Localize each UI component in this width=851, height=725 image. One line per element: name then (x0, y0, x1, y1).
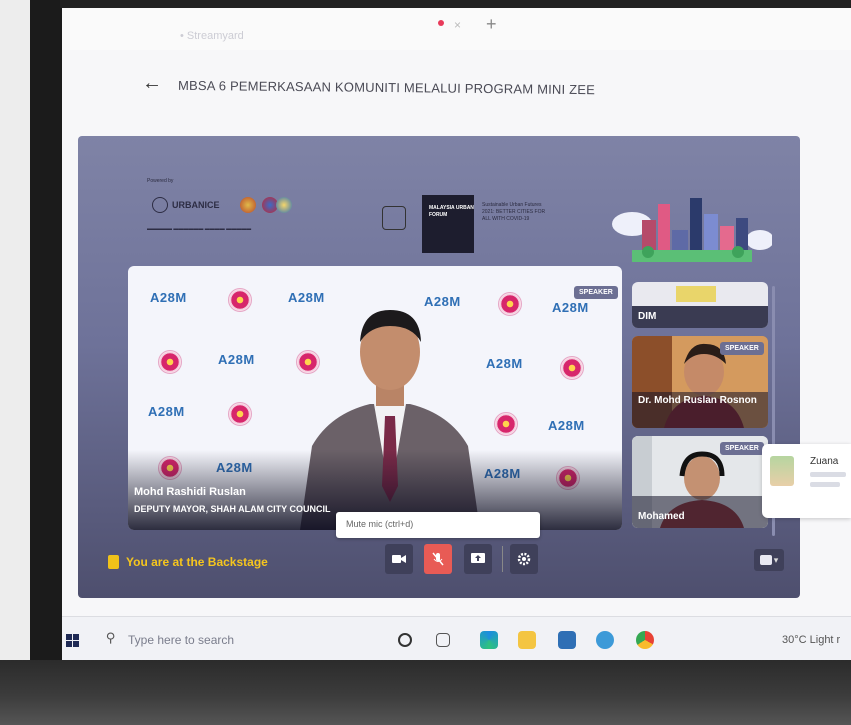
mic-button[interactable] (424, 544, 452, 574)
speaker-badge: SPEAKER (720, 342, 764, 355)
event-banner: Powered by URBANICE ▬▬▬▬▬ ▬▬▬▬▬▬ ▬▬▬▬ ▬▬… (92, 150, 788, 262)
camera-icon (392, 555, 406, 563)
mbsa-logo: A28M (486, 356, 523, 371)
hd-icon (759, 555, 772, 565)
weather-widget[interactable]: 30°C Light r (782, 634, 840, 646)
search-icon: ⚲ (106, 630, 116, 645)
gear-icon (517, 552, 531, 566)
share-screen-icon (471, 553, 485, 563)
speaker-badge: SPEAKER (574, 286, 618, 299)
chevron-down-icon: ▾ (773, 554, 779, 565)
cortana-icon[interactable] (398, 633, 412, 647)
monitor-bezel-left (30, 0, 62, 660)
mbsa-seal-icon (494, 412, 518, 436)
photo-frame: • Streamyard × + ← MBSA 6 PEMERKASAAN KO… (0, 0, 851, 725)
participant-tile[interactable]: SPEAKER Dr. Mohd Ruslan Rosnon (632, 336, 768, 428)
tab-label[interactable]: • Streamyard (180, 30, 244, 42)
monitor-bezel-top (60, 0, 851, 8)
mbsa-seal-icon (158, 350, 182, 374)
chat-author-name: Zuana (810, 456, 839, 467)
quality-dropdown[interactable]: ▾ (754, 549, 784, 571)
mbsa-logo: A28M (218, 352, 255, 367)
chat-comment-card[interactable]: Zuana (762, 444, 851, 518)
backstage-status: You are at the Backstage (126, 555, 268, 569)
avatar (770, 456, 794, 486)
task-view-icon[interactable] (436, 633, 450, 647)
urbanice-wordmark: URBANICE (172, 200, 220, 210)
participant-name: DIM (638, 311, 657, 322)
speaker-name: Mohd Rashidi Ruslan (134, 486, 246, 498)
taskbar-search[interactable]: Type here to search (128, 633, 234, 647)
mbsa-logo: A28M (548, 418, 585, 433)
chat-text-line (810, 482, 840, 487)
new-tab-button[interactable]: + (486, 14, 497, 35)
crest-icon (276, 197, 292, 213)
main-speaker-video[interactable]: A28M A28M A28M A28M A28M A28M A28M A28M … (128, 266, 622, 530)
mic-muted-icon (432, 552, 444, 566)
mbsa-logo: A28M (148, 404, 185, 419)
powered-by-label: Powered by (147, 178, 174, 184)
mbsa-seal-icon (498, 292, 522, 316)
backstage-icon (108, 555, 119, 569)
muf-logo: MALAYSIA URBAN FORUM (422, 195, 474, 253)
participant-name: Mohamed (638, 511, 685, 522)
forum-theme: Sustainable Urban Futures 2021: BETTER C… (482, 202, 546, 222)
mbsa-seal-icon (228, 288, 252, 312)
controls-divider (502, 546, 503, 572)
settings-button[interactable] (510, 544, 538, 574)
city-skyline-illustration (612, 198, 772, 262)
back-button[interactable]: ← (142, 72, 162, 95)
crest-icon (240, 197, 256, 213)
urbanice-logo: URBANICE (152, 195, 292, 219)
participant-tile[interactable]: SPEAKER Mohamed (632, 436, 768, 528)
urbanice-mark-icon (152, 197, 168, 213)
share-screen-button[interactable] (464, 544, 492, 574)
file-explorer-icon[interactable] (518, 631, 536, 649)
mute-tooltip: Mute mic (ctrl+d) (336, 512, 540, 538)
recording-dot-icon (438, 20, 444, 26)
speaker-badge: SPEAKER (720, 442, 764, 455)
chrome-icon[interactable] (636, 631, 654, 649)
screen: • Streamyard × + ← MBSA 6 PEMERKASAAN KO… (62, 8, 851, 660)
camera-button[interactable] (385, 544, 413, 574)
monitor-bezel-bottom (0, 660, 851, 725)
app-icon[interactable] (596, 631, 614, 649)
muf-text: MALAYSIA URBAN FORUM (429, 205, 474, 218)
forum-building-icon (382, 206, 406, 230)
participant-tile[interactable]: DIM (632, 282, 768, 328)
windows-taskbar: ⚲ Type here to search 30°C Light r (62, 616, 851, 660)
windows-start-icon[interactable] (66, 634, 79, 647)
mbsa-logo: A28M (150, 290, 187, 305)
broadcast-stage: Powered by URBANICE ▬▬▬▬▬ ▬▬▬▬▬▬ ▬▬▬▬ ▬▬… (78, 136, 800, 598)
participant-name: Dr. Mohd Ruslan Rosnon (638, 395, 757, 406)
tab-close-icon[interactable]: × (454, 18, 461, 32)
chat-text-line (810, 472, 846, 477)
mbsa-seal-icon (228, 402, 252, 426)
event-title: MBSA 6 PEMERKASAAN KOMUNITI MELALUI PROG… (177, 77, 596, 98)
speaker-role: DEPUTY MAYOR, SHAH ALAM CITY COUNCIL (134, 504, 331, 514)
mbsa-logo: A28M (552, 300, 589, 315)
browser-tabstrip: • Streamyard × + (62, 8, 851, 50)
mbsa-seal-icon (560, 356, 584, 380)
edge-icon[interactable] (480, 631, 498, 649)
partner-logos-line: ▬▬▬▬▬ ▬▬▬▬▬▬ ▬▬▬▬ ▬▬▬▬▬ (147, 226, 252, 232)
store-icon[interactable] (558, 631, 576, 649)
